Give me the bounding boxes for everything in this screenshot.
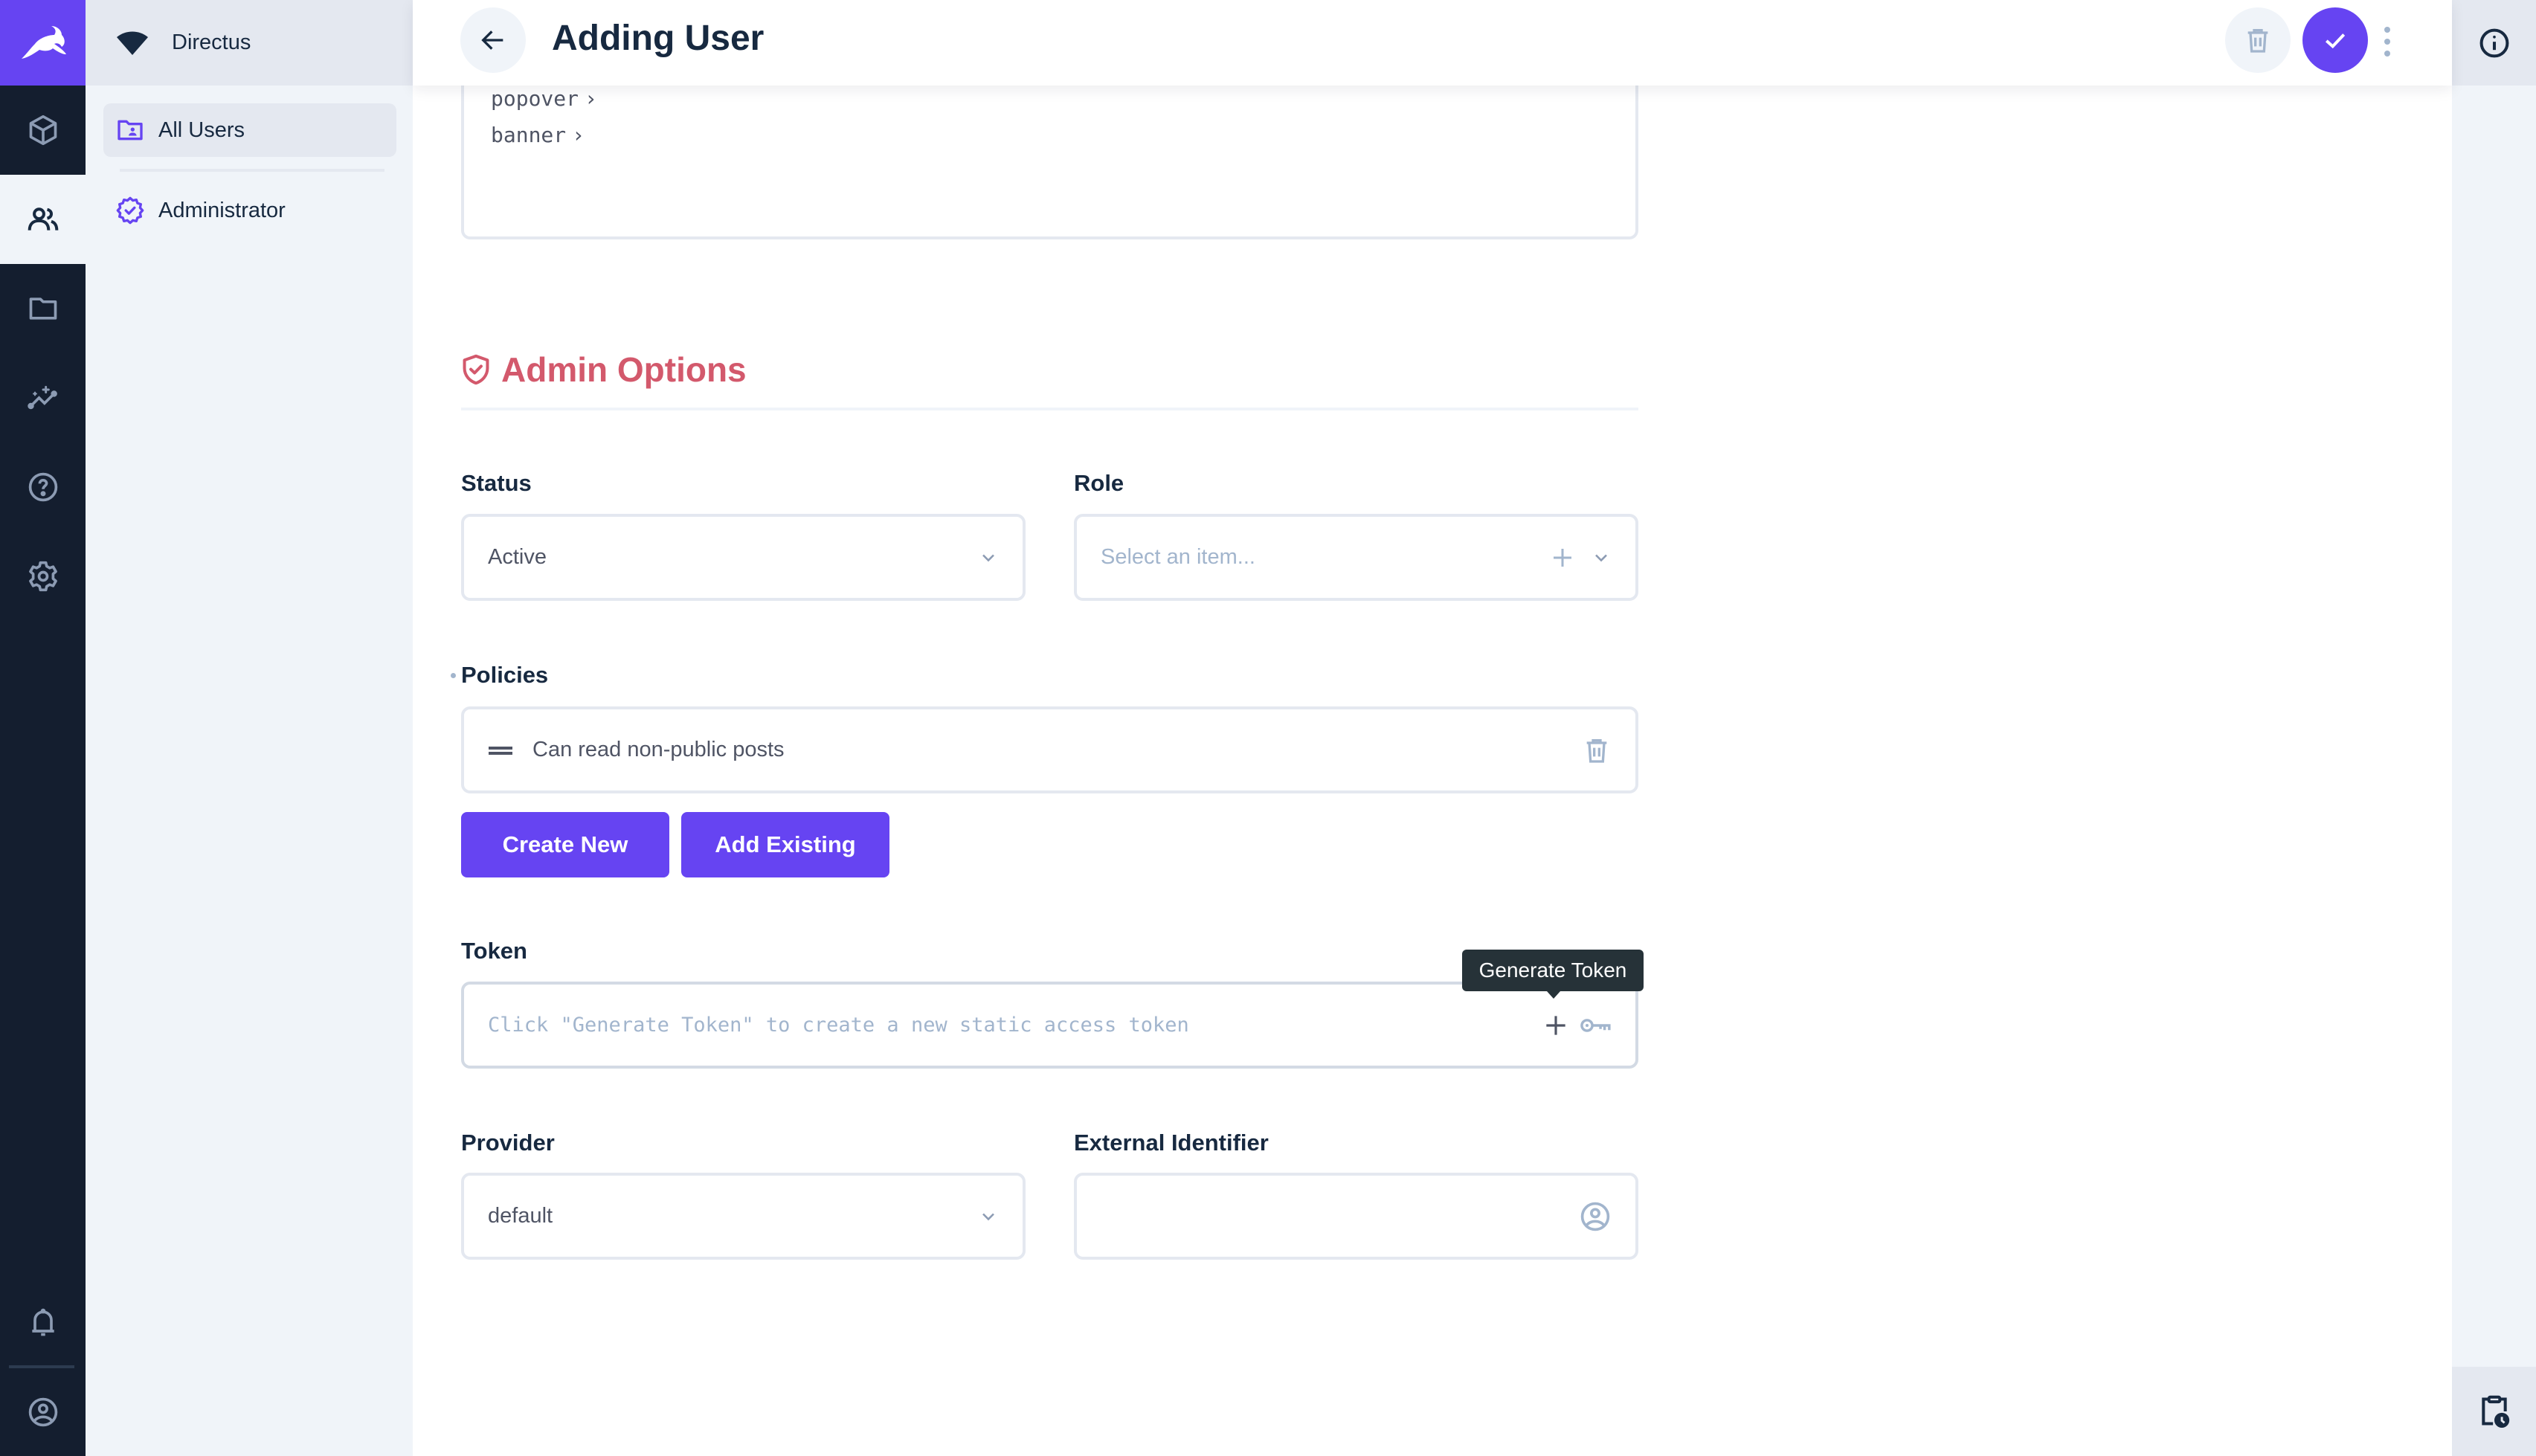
info-sidebar [2452, 0, 2536, 1456]
key-icon [1580, 1018, 1611, 1032]
rail-settings[interactable] [0, 532, 86, 621]
sidebar-item-administrator[interactable]: Administrator [103, 184, 396, 237]
save-button[interactable] [2302, 7, 2368, 73]
shield-check-icon [463, 354, 489, 385]
code-line: banner › [491, 123, 585, 147]
create-new-button[interactable]: Create New [461, 812, 669, 877]
chevron-down-icon[interactable] [1591, 547, 1612, 568]
rail-content[interactable] [0, 86, 86, 175]
rail-account[interactable] [0, 1368, 86, 1456]
code-line: popover › [491, 86, 597, 111]
drag-handle-icon[interactable] [488, 743, 513, 758]
add-existing-button[interactable]: Add Existing [681, 812, 889, 877]
folder-icon [29, 297, 57, 320]
status-select[interactable]: Active [461, 514, 1026, 601]
account-circle-icon [1580, 1202, 1610, 1231]
navigation-sidebar: Directus All Users Administrator [86, 0, 413, 1456]
plus-icon[interactable] [1542, 1011, 1570, 1040]
verified-badge-icon [116, 196, 144, 225]
section-divider [461, 408, 1638, 410]
role-placeholder: Select an item... [1101, 545, 1255, 569]
users-icon [28, 207, 58, 231]
policy-name: Can read non-public posts [532, 738, 785, 761]
folder-user-icon [118, 120, 143, 141]
project-name: Directus [172, 30, 251, 54]
info-toggle-button[interactable] [2452, 0, 2536, 86]
sidebar-item-all-users[interactable]: All Users [103, 103, 396, 157]
clipboard-clock-icon [2481, 1395, 2509, 1428]
help-icon [28, 472, 57, 502]
status-label: Status [461, 470, 532, 496]
trash-icon[interactable] [1582, 735, 1612, 765]
policy-item[interactable]: Can read non-public posts [461, 706, 1638, 793]
role-label: Role [1074, 470, 1124, 496]
main-content: sidebar› public› popover› banner› Admin … [413, 0, 2452, 1456]
admin-options-heading: Admin Options [461, 349, 747, 390]
bell-icon [31, 1308, 54, 1336]
more-dot [2384, 39, 2390, 45]
arrow-left-icon [481, 30, 503, 50]
trash-icon [2247, 29, 2268, 53]
rail-files[interactable] [0, 264, 86, 353]
info-icon [2479, 28, 2508, 57]
token-label: Token [461, 938, 527, 964]
back-button[interactable] [460, 7, 526, 73]
sidebar-divider [120, 169, 384, 172]
role-select[interactable]: Select an item... [1074, 514, 1638, 601]
rail-insights[interactable] [0, 353, 86, 442]
page-header: Adding User [413, 0, 2452, 86]
external-identifier-input[interactable] [1074, 1173, 1638, 1260]
more-options-button[interactable] [2381, 27, 2393, 57]
project-wifi-icon [117, 31, 148, 55]
chevron-down-icon [982, 1213, 994, 1220]
more-dot [2384, 51, 2390, 57]
required-indicator [451, 673, 456, 678]
page-title: Adding User [552, 19, 765, 58]
rail-help[interactable] [0, 442, 86, 532]
more-dot [2384, 27, 2390, 33]
generate-token-tooltip: Generate Token [1462, 950, 1644, 999]
provider-value: default [488, 1204, 553, 1228]
sidebar-item-label: Administrator [158, 198, 286, 222]
chevron-down-icon [982, 554, 994, 561]
admin-options-title: Admin Options [501, 350, 747, 389]
project-header[interactable]: Directus [86, 0, 413, 86]
plus-icon[interactable] [1549, 544, 1576, 571]
external-identifier-label: External Identifier [1074, 1130, 1269, 1156]
provider-label: Provider [461, 1130, 555, 1156]
check-icon [2325, 33, 2346, 49]
account-circle-icon [28, 1397, 57, 1427]
insights-icon [27, 385, 57, 410]
settings-gear-icon [28, 561, 57, 592]
policies-label: Policies [461, 662, 549, 688]
activity-button[interactable] [2452, 1367, 2536, 1456]
directus-logo[interactable] [0, 0, 86, 86]
rabbit-logo-icon [21, 25, 66, 59]
module-bar [0, 0, 86, 1456]
token-placeholder: Click "Generate Token" to create a new s… [488, 1014, 1189, 1037]
delete-button[interactable] [2225, 7, 2291, 73]
provider-select[interactable]: default [461, 1173, 1026, 1260]
status-value: Active [488, 545, 547, 569]
token-input[interactable]: Click "Generate Token" to create a new s… [461, 982, 1638, 1069]
content-cube-icon [29, 115, 57, 146]
sidebar-item-label: All Users [158, 117, 245, 142]
rail-users[interactable] [0, 175, 86, 264]
rail-notifications[interactable] [0, 1278, 86, 1368]
